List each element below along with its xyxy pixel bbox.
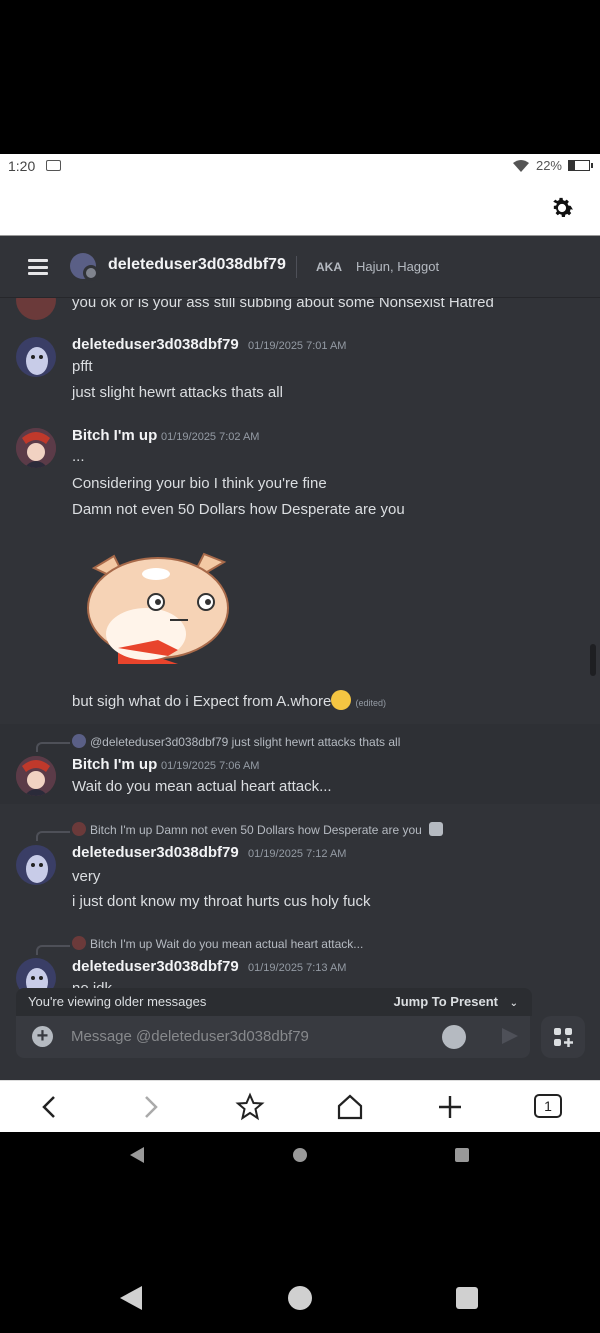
message-text: but sigh what do i Expect from A.whore (… <box>72 690 386 710</box>
battery-percent: 22% <box>535 158 562 173</box>
nav-recents-icon[interactable] <box>455 1148 469 1162</box>
older-messages-bar: You're viewing older messages Jump To Pr… <box>16 988 532 1016</box>
emoji-icon <box>331 690 352 710</box>
message-list: you ok or is your ass still subbing abou… <box>0 280 600 1080</box>
message-text: pfft <box>72 358 93 375</box>
back-icon[interactable] <box>34 1091 66 1123</box>
reply-text: Bitch I'm up Wait do you mean actual hea… <box>90 937 364 951</box>
reply-preview[interactable]: Bitch I'm up Wait do you mean actual hea… <box>72 936 363 951</box>
sticker-icon <box>429 822 444 836</box>
aka-names: Hajun, Haggot <box>356 259 440 274</box>
nav-home-icon[interactable] <box>293 1148 307 1162</box>
message-timestamp: 01/19/2025 7:02 AM <box>161 431 260 443</box>
message-input[interactable]: Message @deleteduser3d038dbf79 <box>71 1028 309 1045</box>
message-author[interactable]: Bitch I'm up <box>72 756 157 773</box>
message-text: just slight hewrt attacks thats all <box>72 384 283 401</box>
battery-icon <box>568 160 593 171</box>
message-text: very <box>72 868 101 885</box>
scrollbar[interactable] <box>590 644 596 676</box>
nav-back-icon[interactable] <box>130 1147 144 1163</box>
apps-icon[interactable] <box>541 1016 585 1058</box>
system-nav-bar-outer <box>0 1270 600 1326</box>
reply-connector <box>36 831 70 841</box>
message-text: Wait do you mean actual heart attack... <box>72 778 332 795</box>
sticker-image[interactable] <box>78 544 230 674</box>
avatar[interactable] <box>16 845 56 885</box>
message-text: ... <box>72 448 85 465</box>
avatar <box>72 822 86 836</box>
message-timestamp: 01/19/2025 7:01 AM <box>248 340 347 352</box>
message-timestamp: 01/19/2025 7:12 AM <box>248 848 347 860</box>
jump-to-present-button[interactable]: Jump To Present ⌄ <box>393 994 518 1009</box>
message-author[interactable]: deleteduser3d038dbf79 <box>72 958 239 975</box>
message-timestamp: 01/19/2025 7:13 AM <box>248 962 347 974</box>
message-timestamp: 01/19/2025 7:06 AM <box>161 760 260 772</box>
hamburger-icon[interactable] <box>28 259 48 275</box>
reply-connector <box>36 945 70 955</box>
star-icon[interactable] <box>234 1091 266 1123</box>
message-text: Damn not even 50 Dollars how Desperate a… <box>72 501 405 518</box>
wifi-icon <box>512 159 529 172</box>
dm-header: deleteduser3d038dbf79 AKA Hajun, Haggot <box>0 236 600 298</box>
divider <box>296 256 297 278</box>
home-icon[interactable] <box>334 1091 366 1123</box>
message-author[interactable]: Bitch I'm up <box>72 427 157 444</box>
message-text: i just dont know my throat hurts cus hol… <box>72 893 371 910</box>
avatar[interactable] <box>70 253 99 281</box>
message-text: Considering your bio I think you're fine <box>72 475 327 492</box>
avatar <box>72 936 86 950</box>
plus-icon[interactable] <box>434 1091 466 1123</box>
nav-home-icon[interactable] <box>288 1286 312 1310</box>
status-bar: 1:20 22% <box>0 154 600 180</box>
gear-icon[interactable] <box>548 194 576 222</box>
nav-recents-icon[interactable] <box>456 1287 478 1309</box>
reply-text: Bitch I'm up Damn not even 50 Dollars ho… <box>90 823 422 837</box>
avatar[interactable] <box>16 756 56 796</box>
dm-username[interactable]: deleteduser3d038dbf79 <box>108 256 286 274</box>
send-icon[interactable] <box>502 1028 518 1044</box>
system-nav-bar <box>0 1132 600 1178</box>
browser-toolbar: 1 <box>0 1080 600 1132</box>
tabs-icon[interactable]: 1 <box>534 1094 562 1118</box>
aka-label: AKA <box>316 260 342 274</box>
avatar <box>72 734 86 748</box>
message-text-content: but sigh what do i Expect from A.whore <box>72 693 332 710</box>
nav-back-icon[interactable] <box>120 1286 142 1310</box>
tab-count: 1 <box>544 1098 552 1114</box>
message-author[interactable]: deleteduser3d038dbf79 <box>72 844 239 861</box>
plus-icon[interactable]: + <box>32 1026 53 1047</box>
reply-preview[interactable]: Bitch I'm up Damn not even 50 Dollars ho… <box>72 822 444 837</box>
reply-text: @deleteduser3d038dbf79 just slight hewrt… <box>90 735 401 749</box>
browser-header <box>0 180 600 236</box>
jump-label: Jump To Present <box>393 994 498 1009</box>
reply-preview[interactable]: @deleteduser3d038dbf79 just slight hewrt… <box>72 734 400 749</box>
forward-icon[interactable] <box>134 1091 166 1123</box>
emoji-icon[interactable] <box>442 1025 466 1049</box>
edited-label: (edited) <box>355 698 386 708</box>
older-messages-text: You're viewing older messages <box>28 994 207 1009</box>
discord-dm-view: deleteduser3d038dbf79 AKA Hajun, Haggot … <box>0 236 600 1080</box>
cast-icon <box>46 160 61 171</box>
reply-connector <box>36 742 70 752</box>
avatar[interactable] <box>16 428 56 468</box>
chevron-down-icon: ⌄ <box>509 998 518 1009</box>
avatar[interactable] <box>16 337 56 377</box>
message-author[interactable]: deleteduser3d038dbf79 <box>72 336 239 353</box>
status-time: 1:20 <box>8 158 36 174</box>
message-composer: + Message @deleteduser3d038dbf79 <box>16 1016 530 1058</box>
